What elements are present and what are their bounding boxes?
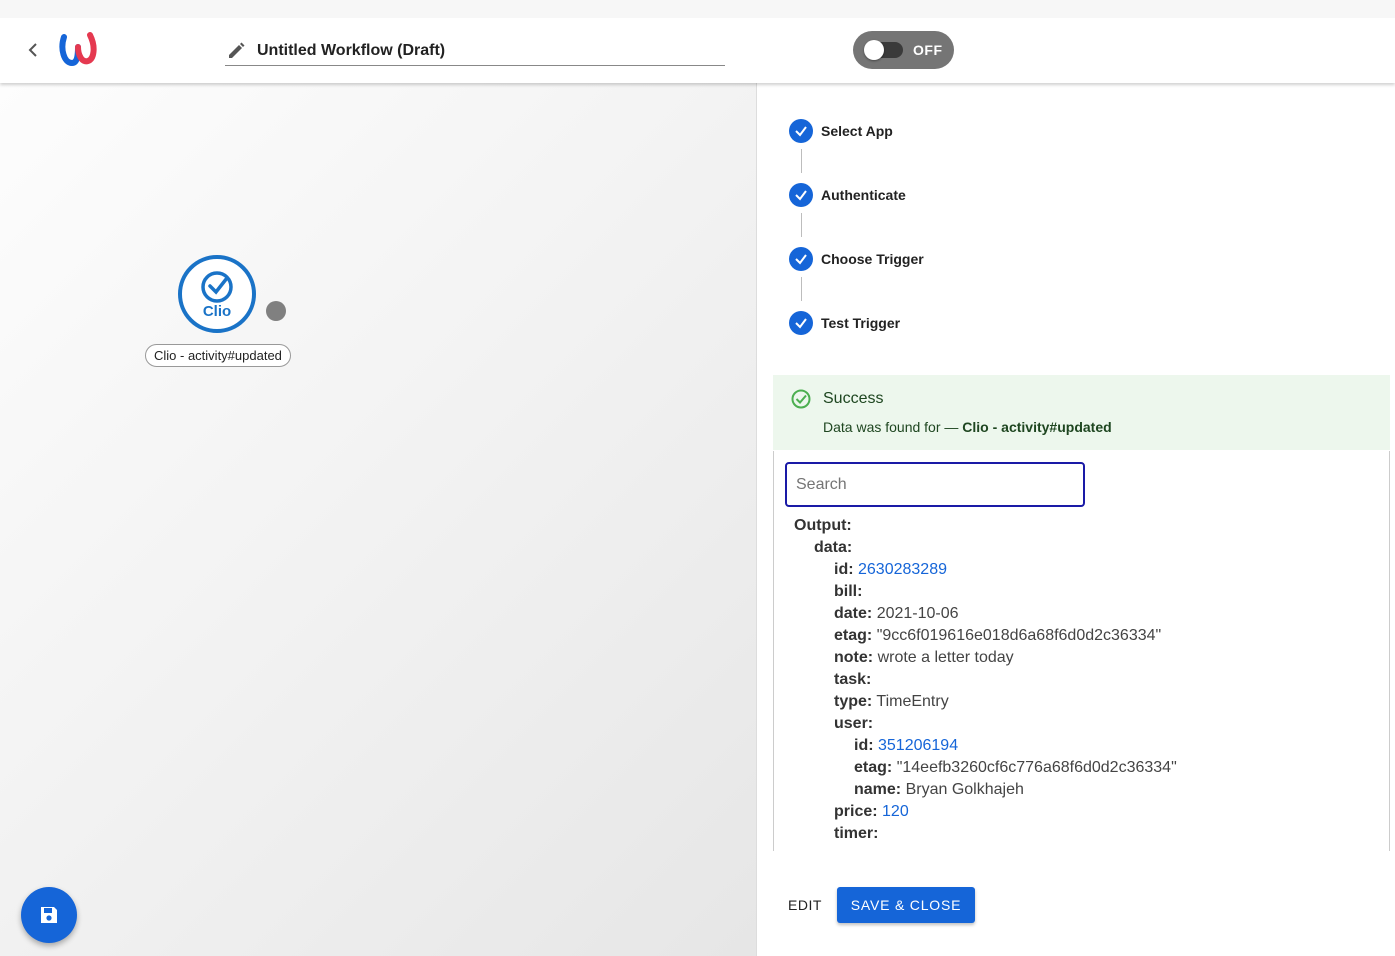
clio-logo-text: Clio xyxy=(202,303,232,320)
step-connector xyxy=(801,149,802,173)
clio-check-icon xyxy=(201,271,233,303)
workflow-active-toggle[interactable]: OFF xyxy=(853,31,954,69)
output-value: Bryan Golkhajeh xyxy=(905,781,1024,798)
save-close-button[interactable]: SAVE & CLOSE xyxy=(837,887,975,923)
output-key: etag: xyxy=(854,759,893,776)
output-row: bill: xyxy=(794,581,1177,603)
step-choose-trigger[interactable]: Choose Trigger xyxy=(789,247,924,271)
output-value: wrote a letter today xyxy=(877,649,1014,666)
floppy-disk-icon xyxy=(41,907,57,923)
step-label: Authenticate xyxy=(821,187,906,203)
output-key: etag: xyxy=(834,627,873,644)
check-icon xyxy=(789,119,813,143)
app-header: Untitled Workflow (Draft) OFF xyxy=(0,0,1395,83)
output-value: "14eefb3260cf6c776a68f6d0d2c36334" xyxy=(896,759,1177,776)
trigger-node-label: Clio - activity#updated xyxy=(145,344,291,367)
app-logo-icon[interactable] xyxy=(58,31,98,67)
output-row: etag: "9cc6f019616e018d6a68f6d0d2c36334" xyxy=(794,625,1177,647)
output-value: 120 xyxy=(882,803,909,820)
output-key: date: xyxy=(834,605,873,622)
output-value: "9cc6f019616e018d6a68f6d0d2c36334" xyxy=(876,627,1162,644)
output-row: id: 2630283289 xyxy=(794,559,1177,581)
toggle-knob xyxy=(864,40,884,60)
success-message: Data was found for — Clio - activity#upd… xyxy=(823,419,1112,435)
output-value: 351206194 xyxy=(878,737,959,754)
check-icon xyxy=(789,311,813,335)
output-row: note: wrote a letter today xyxy=(794,647,1177,669)
output-key: type: xyxy=(834,693,873,710)
step-authenticate[interactable]: Authenticate xyxy=(789,183,906,207)
pencil-icon xyxy=(225,40,247,62)
save-workflow-button[interactable] xyxy=(21,887,77,943)
output-key: note: xyxy=(834,649,874,666)
step-label: Choose Trigger xyxy=(821,251,924,267)
workflow-title-field[interactable]: Untitled Workflow (Draft) xyxy=(225,36,725,66)
output-key: user: xyxy=(834,715,874,732)
output-row: etag: "14eefb3260cf6c776a68f6d0d2c36334" xyxy=(794,757,1177,779)
step-label: Test Trigger xyxy=(821,315,901,331)
output-value: 2021-10-06 xyxy=(876,605,959,622)
success-alert: Success Data was found for — Clio - acti… xyxy=(773,375,1390,450)
output-row: task: xyxy=(794,669,1177,691)
output-key: bill: xyxy=(834,583,863,600)
step-connector xyxy=(801,213,802,237)
search-input[interactable] xyxy=(785,462,1085,507)
check-icon xyxy=(789,247,813,271)
output-row: price: 120 xyxy=(794,801,1177,823)
output-row: timer: xyxy=(794,823,1177,845)
trigger-config-panel: Select App Authenticate Choose Trigger T… xyxy=(757,83,1395,956)
step-connector xyxy=(801,277,802,301)
output-row: data: xyxy=(794,537,1177,559)
output-key: id: xyxy=(834,561,854,578)
output-key: timer: xyxy=(834,825,879,842)
output-row: name: Bryan Golkhajeh xyxy=(794,779,1177,801)
output-tree: Output: data: id: 2630283289 bill: date: 20… xyxy=(794,515,1177,845)
step-select-app[interactable]: Select App xyxy=(789,119,893,143)
output-row: type: TimeEntry xyxy=(794,691,1177,713)
output-key: data: xyxy=(814,539,853,556)
output-value: TimeEntry xyxy=(876,693,949,710)
output-viewer[interactable]: Output: data: id: 2630283289 bill: date: 20… xyxy=(773,451,1390,851)
output-key: price: xyxy=(834,803,878,820)
output-row: id: 351206194 xyxy=(794,735,1177,757)
step-label: Select App xyxy=(821,123,893,139)
output-root: Output: xyxy=(794,517,852,534)
toggle-label: OFF xyxy=(913,42,943,58)
trigger-node[interactable]: Clio xyxy=(178,255,256,333)
output-key: task: xyxy=(834,671,872,688)
edit-button[interactable]: EDIT xyxy=(781,887,829,923)
output-value: 2630283289 xyxy=(858,561,947,578)
success-title: Success xyxy=(823,390,884,407)
output-key: id: xyxy=(854,737,874,754)
success-check-icon xyxy=(791,389,811,409)
output-row: user: xyxy=(794,713,1177,735)
node-connector-handle[interactable] xyxy=(266,301,286,321)
step-test-trigger[interactable]: Test Trigger xyxy=(789,311,900,335)
success-source: Clio - activity#updated xyxy=(962,419,1112,435)
workflow-title: Untitled Workflow (Draft) xyxy=(257,41,446,59)
output-row: date: 2021-10-06 xyxy=(794,603,1177,625)
output-key: name: xyxy=(854,781,902,798)
back-chevron-icon[interactable] xyxy=(22,38,44,62)
workflow-canvas[interactable]: Clio Clio - activity#updated xyxy=(0,83,757,956)
check-icon xyxy=(789,183,813,207)
